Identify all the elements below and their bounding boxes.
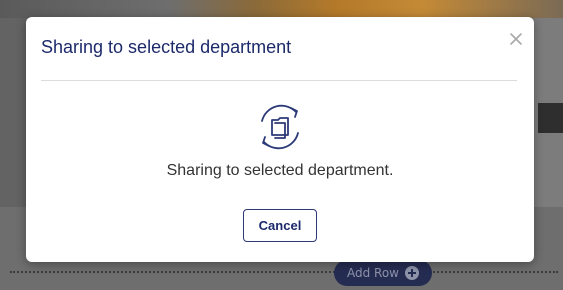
- add-row-label: Add Row: [346, 266, 399, 280]
- plus-circle-icon: [405, 266, 419, 280]
- folder-sync-icon: [261, 104, 299, 150]
- background-divider: [10, 271, 558, 273]
- background-left-panel: [0, 18, 26, 208]
- background-header: [0, 0, 563, 18]
- dialog-message: Sharing to selected department.: [166, 162, 394, 179]
- background-panel-strip: [538, 103, 563, 133]
- dialog-divider: [41, 80, 517, 81]
- close-icon[interactable]: [506, 29, 526, 49]
- sharing-dialog: Sharing to selected department Sharing t…: [26, 17, 534, 262]
- cancel-button[interactable]: Cancel: [243, 209, 317, 242]
- dialog-title: Sharing to selected department: [41, 37, 292, 57]
- add-row-button[interactable]: Add Row: [334, 260, 432, 286]
